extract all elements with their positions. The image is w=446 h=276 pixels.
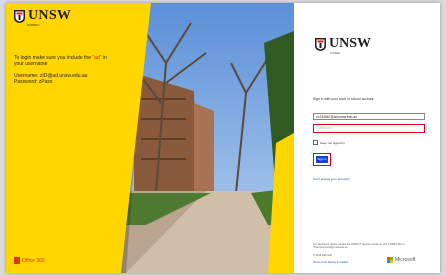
keep-signed-in-label: Keep me signed in bbox=[320, 140, 345, 145]
yellow-band bbox=[6, 3, 294, 273]
microsoft-logo: Microsoft bbox=[387, 257, 415, 263]
office-icon bbox=[14, 257, 20, 264]
microsoft-icon bbox=[387, 257, 393, 263]
password-format: Password: zPass bbox=[14, 79, 53, 86]
sign-in-instruction: Sign in with your work or school account bbox=[313, 97, 374, 101]
login-hint: To login make sure you include the "ad" … bbox=[14, 55, 114, 67]
left-promo-panel: UNSW SYDNEY To login make sure you inclu… bbox=[6, 3, 294, 273]
sign-in-panel: UNSW SYDNEY Sign in with your work or sc… bbox=[294, 3, 440, 273]
microsoft-label: Microsoft bbox=[395, 257, 416, 263]
help-text: For assistance please contact the UNSW I… bbox=[313, 243, 405, 250]
login-window: UNSW SYDNEY To login make sure you inclu… bbox=[6, 3, 440, 273]
office-logo: Office 365 bbox=[14, 257, 45, 264]
brand-wordmark: UNSW bbox=[28, 8, 72, 23]
hint-prefix: To login make sure you include the bbox=[14, 55, 91, 61]
brand-wordmark-right: UNSW bbox=[329, 36, 372, 51]
cant-access-link[interactable]: Can't access your account? bbox=[313, 177, 350, 181]
unsw-logo-right: UNSW bbox=[315, 36, 371, 52]
hint-ad: "ad" bbox=[92, 55, 102, 61]
credentials-help: Username: zID@ad.unsw.edu.au Password: z… bbox=[14, 73, 87, 85]
sign-in-button[interactable]: Sign in bbox=[316, 156, 328, 163]
keep-signed-in-checkbox[interactable] bbox=[313, 140, 318, 145]
terms-privacy-links[interactable]: Terms of use Privacy & Cookies bbox=[313, 261, 348, 264]
username-input[interactable]: z1234567@ad.unsw.edu.au bbox=[313, 113, 425, 120]
brand-subtitle-right: SYDNEY bbox=[330, 52, 341, 55]
office-label: Office 365 bbox=[22, 257, 45, 264]
keep-signed-in[interactable]: Keep me signed in bbox=[313, 140, 345, 145]
password-input[interactable]: Password bbox=[313, 124, 425, 133]
unsw-logo: UNSW bbox=[14, 8, 71, 24]
unsw-crest-icon bbox=[14, 9, 25, 23]
unsw-crest-icon bbox=[315, 37, 326, 51]
copyright: © 2016 Microsoft bbox=[313, 254, 332, 257]
brand-subtitle: SYDNEY bbox=[27, 23, 40, 27]
